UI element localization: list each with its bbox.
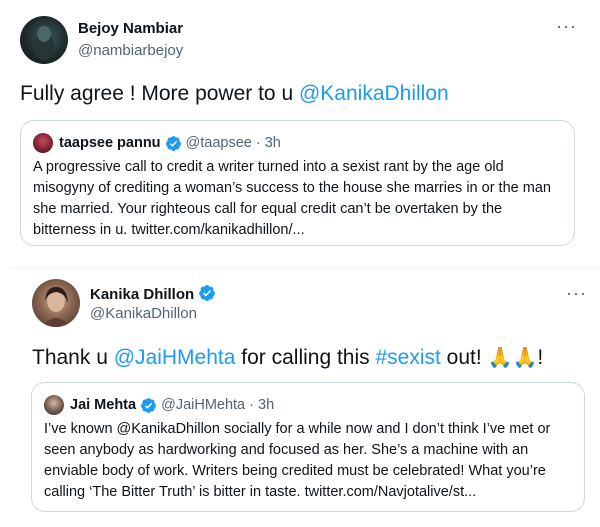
- author-handle[interactable]: @KanikaDhillon: [90, 305, 197, 322]
- tweet-kanika[interactable]: Kanika Dhillon @KanikaDhillon ··· Thank …: [10, 268, 600, 527]
- verified-badge-icon: [199, 285, 216, 301]
- quoted-tweet-header: Jai Mehta @JaiHMehta · 3h: [44, 395, 274, 415]
- tweet-text-plain: Fully agree ! More power to u: [20, 82, 299, 105]
- avatar[interactable]: [20, 16, 68, 64]
- avatar[interactable]: [32, 279, 80, 327]
- tweet-text-plain: for calling this: [235, 346, 376, 369]
- mention-link[interactable]: @KanikaDhillon: [299, 82, 449, 105]
- quoted-tweet[interactable]: Jai Mehta @JaiHMehta · 3h I’ve known @Ka…: [31, 382, 585, 512]
- more-options-icon[interactable]: ···: [566, 283, 587, 304]
- tweet-text: Thank u @JaiHMehta for calling this #sex…: [32, 345, 543, 370]
- mention-link[interactable]: @JaiHMehta: [114, 346, 236, 369]
- tweet-text-plain: !: [537, 346, 544, 369]
- quoted-author-name: taapsee pannu: [59, 135, 161, 151]
- hashtag-link[interactable]: #sexist: [375, 346, 440, 369]
- tweet-text-plain: Thank u: [32, 346, 114, 369]
- folded-hands-emoji-icon: 🙏🙏: [487, 347, 538, 369]
- author-name[interactable]: Kanika Dhillon: [90, 284, 216, 303]
- author-name-text[interactable]: Kanika Dhillon: [90, 286, 194, 303]
- tweet-bejoy[interactable]: Bejoy Nambiar @nambiarbejoy ··· Fully ag…: [0, 0, 600, 258]
- quoted-author-name: Jai Mehta: [70, 397, 137, 413]
- tweet-text-plain: out!: [440, 346, 488, 369]
- quoted-tweet-text: A progressive call to credit a writer tu…: [33, 159, 551, 238]
- author-handle[interactable]: @nambiarbejoy: [78, 42, 183, 59]
- more-options-icon[interactable]: ···: [556, 16, 577, 37]
- author-name[interactable]: Bejoy Nambiar: [78, 20, 183, 37]
- quoted-author-handle: @JaiHMehta · 3h: [161, 397, 275, 413]
- avatar: [33, 133, 53, 153]
- verified-badge-icon: [141, 397, 157, 413]
- quoted-author-handle: @taapsee · 3h: [185, 135, 281, 151]
- quoted-tweet[interactable]: taapsee pannu @taapsee · 3h A progressiv…: [20, 120, 575, 246]
- tweet-text: Fully agree ! More power to u @KanikaDhi…: [20, 82, 449, 106]
- quoted-tweet-text: I’ve known @KanikaDhillon socially for a…: [44, 421, 551, 500]
- quoted-tweet-header: taapsee pannu @taapsee · 3h: [33, 133, 281, 153]
- avatar: [44, 395, 64, 415]
- verified-badge-icon: [165, 135, 181, 151]
